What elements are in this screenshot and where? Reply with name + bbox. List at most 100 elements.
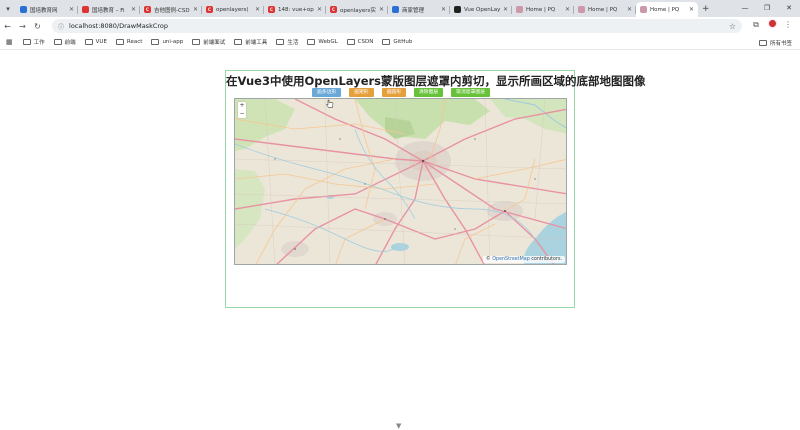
browser-tab[interactable]: 国培教育 – Fi ✕ xyxy=(78,2,140,17)
apps-grid-icon[interactable]: ▦ xyxy=(6,38,13,46)
folder-icon xyxy=(53,39,62,45)
tab-close-icon[interactable]: ✕ xyxy=(565,6,570,13)
tab-title: 国培教育网 xyxy=(30,7,58,14)
site-info-icon[interactable]: ⓘ xyxy=(58,22,64,31)
browser-tab[interactable]: Home | PQ ✕ xyxy=(574,2,636,17)
tab-favicon-icon xyxy=(578,6,585,13)
tab-close-icon[interactable]: ✕ xyxy=(131,6,136,13)
cancel-mask-button[interactable]: 取消遮罩图层 xyxy=(451,88,490,97)
url-text: localhost:8080/DrawMaskCrop xyxy=(69,22,169,30)
tab-favicon-icon: C xyxy=(268,6,275,13)
bookmark-folder[interactable]: CSDN xyxy=(346,38,374,46)
tab-close-icon[interactable]: ✕ xyxy=(379,6,384,13)
copyright-symbol: © xyxy=(485,257,491,262)
folder-icon xyxy=(276,39,285,45)
bookmark-label: 前端工具 xyxy=(245,40,268,46)
browser-tab[interactable]: Copenlayers( ✕ xyxy=(202,2,264,17)
zoom-out-button[interactable]: − xyxy=(238,110,246,118)
all-bookmarks-label: 所有书签 xyxy=(769,41,792,47)
menu-icon[interactable]: ⋮ xyxy=(780,20,796,29)
tab-title: 吉他图例-CSD xyxy=(154,7,190,14)
attribution-suffix: contributors. xyxy=(531,257,562,262)
address-bar[interactable]: ⓘ localhost:8080/DrawMaskCrop ☆ xyxy=(52,19,742,33)
all-bookmarks[interactable]: 所有书签 xyxy=(758,39,792,47)
tab-close-icon[interactable]: ✕ xyxy=(627,6,632,13)
minimize-icon[interactable]: — xyxy=(734,0,756,17)
folder-icon xyxy=(234,39,243,45)
tab-search-icon[interactable]: ▾ xyxy=(0,0,16,17)
folder-icon xyxy=(758,40,767,46)
tab-close-icon[interactable]: ✕ xyxy=(441,6,446,13)
folder-icon xyxy=(115,39,124,45)
tab-list: 国培教育网 ✕ 国培教育 – Fi ✕ C 吉他图例-CSD ✕ Copenlayers(✕ C… xyxy=(16,2,698,17)
bookmark-label: VUE xyxy=(95,39,107,45)
browser-toolbar: ← → ↻ ⓘ localhost:8080/DrawMaskCrop ☆ ⧉ … xyxy=(0,17,800,35)
clear-layer-button[interactable]: 清除图层 xyxy=(414,88,444,97)
bookmark-folder[interactable]: React xyxy=(115,38,142,46)
bookmark-folder[interactable]: 前端工具 xyxy=(234,38,267,46)
demo-container: 在Vue3中使用OpenLayers蒙版图层遮罩内剪切，显示所画区域的底部地图图… xyxy=(225,70,646,308)
tab-close-icon[interactable]: ✕ xyxy=(689,6,694,13)
profile-avatar[interactable] xyxy=(764,19,780,30)
reload-icon[interactable]: ↻ xyxy=(30,22,45,31)
window-controls: — ❐ ✕ xyxy=(734,0,800,17)
map-attribution: © OpenStreetMap contributors. xyxy=(482,256,565,263)
map-tiles xyxy=(235,99,566,264)
bookmark-label: 生活 xyxy=(287,40,299,46)
page-content: 在Vue3中使用OpenLayers蒙版图层遮罩内剪切，显示所画区域的底部地图图… xyxy=(0,50,800,430)
browser-tab[interactable]: Copenlayers实 ✕ xyxy=(326,2,388,17)
browser-tab[interactable]: 商家管理 ✕ xyxy=(388,2,450,17)
browser-tab[interactable]: Home | PQ ✕ xyxy=(512,2,574,17)
browser-tab[interactable]: C 吉他图例-CSD ✕ xyxy=(140,2,202,17)
draw-rectangle-button[interactable]: 画矩形 xyxy=(349,88,374,97)
forward-icon[interactable]: → xyxy=(15,22,30,31)
toolbar-right: ⧉ ⋮ xyxy=(748,19,796,30)
tab-close-icon[interactable]: ✕ xyxy=(255,6,260,13)
browser-tab[interactable]: 国培教育网 ✕ xyxy=(16,2,78,17)
bookmarks-bar: ▦ 工作 前端 VUE React uni-app 前端面试 前端工具 生活 WebGL CSDN… xyxy=(0,35,800,50)
draw-circle-button[interactable]: 画圆形 xyxy=(381,88,406,97)
bookmark-folder[interactable]: 前端 xyxy=(53,38,76,46)
folder-icon xyxy=(307,39,316,45)
folder-icon xyxy=(192,39,201,45)
bookmark-folder[interactable]: VUE xyxy=(84,38,107,46)
tab-title: Home | PQ xyxy=(650,6,680,13)
browser-tab[interactable]: C 148: vue+op ✕ xyxy=(264,2,326,17)
tab-title: Home | PQ xyxy=(588,6,618,13)
bookmark-folder[interactable]: 生活 xyxy=(276,38,298,46)
bookmark-folder[interactable]: 前端面试 xyxy=(192,38,225,46)
tab-close-icon[interactable]: ✕ xyxy=(69,6,74,13)
back-icon[interactable]: ← xyxy=(0,22,15,31)
bookmark-folder[interactable]: WebGL xyxy=(307,38,338,46)
new-tab-button[interactable]: + xyxy=(702,2,710,17)
tab-title: openlayers( xyxy=(216,6,249,13)
browser-tab[interactable]: Vue OpenLay ✕ xyxy=(450,2,512,17)
tab-favicon-icon xyxy=(82,6,89,13)
browser-tab[interactable]: Home | PQ ✕ xyxy=(636,2,698,17)
tab-favicon-icon: C xyxy=(206,6,213,13)
extensions-icon[interactable]: ⧉ xyxy=(748,20,764,30)
tab-favicon-icon: C xyxy=(144,6,151,13)
bookmark-folder[interactable]: uni-app xyxy=(151,38,183,46)
button-row: 画多边形 画矩形 画圆形 清除图层 取消遮罩图层 xyxy=(226,88,576,97)
tab-close-icon[interactable]: ✕ xyxy=(317,6,322,13)
tab-favicon-icon xyxy=(516,6,523,13)
zoom-in-button[interactable]: + xyxy=(238,102,246,110)
bookmark-label: CSDN xyxy=(357,39,374,45)
tab-title: 148: vue+op xyxy=(278,6,314,13)
bookmark-label: 工作 xyxy=(33,40,45,46)
map-view[interactable]: + − © OpenStreetMap contributors. xyxy=(234,98,567,265)
close-window-icon[interactable]: ✕ xyxy=(778,0,800,17)
scroll-down-icon[interactable]: ▼ xyxy=(396,422,401,430)
tab-close-icon[interactable]: ✕ xyxy=(193,6,198,13)
page-title: 在Vue3中使用OpenLayers蒙版图层遮罩内剪切，显示所画区域的底部地图图… xyxy=(226,74,646,88)
bookmark-label: GitHub xyxy=(393,39,413,45)
maximize-icon[interactable]: ❐ xyxy=(756,0,778,17)
tab-favicon-icon xyxy=(20,6,27,13)
draw-polygon-button[interactable]: 画多边形 xyxy=(311,88,342,97)
tab-close-icon[interactable]: ✕ xyxy=(503,6,508,13)
bookmark-star-icon[interactable]: ☆ xyxy=(729,22,736,31)
osm-link[interactable]: OpenStreetMap xyxy=(492,257,530,262)
bookmark-folder[interactable]: 工作 xyxy=(22,38,45,46)
bookmark-folder[interactable]: GitHub xyxy=(382,38,412,46)
